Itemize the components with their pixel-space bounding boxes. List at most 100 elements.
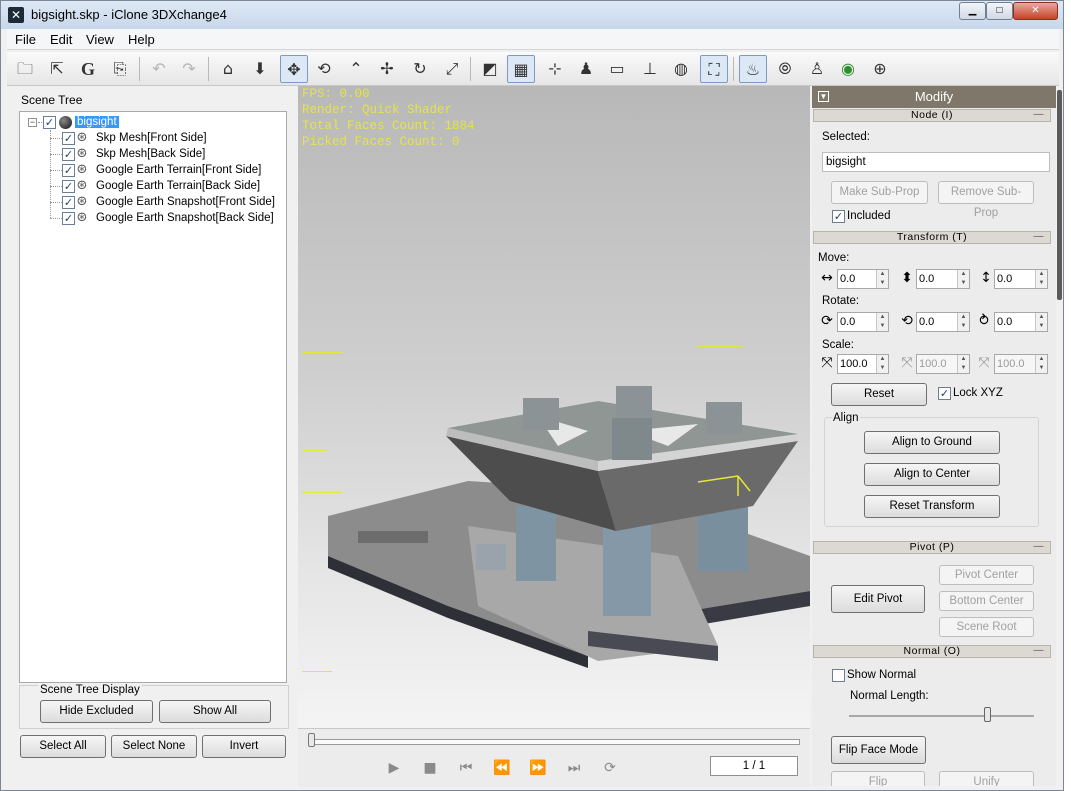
spin-arrows-icon[interactable]: ▲ ▼ (1035, 313, 1047, 331)
scrollbar-thumb[interactable] (1057, 90, 1062, 300)
spin-arrows-icon[interactable]: ▲ ▼ (957, 355, 969, 373)
make-sub-prop-button[interactable]: Make Sub-Prop (831, 181, 928, 204)
maximize-button[interactable]: □ (986, 2, 1013, 20)
globe-icon[interactable]: ◍ (667, 55, 695, 83)
color-icon[interactable]: ◉ (834, 55, 862, 83)
modify-panel-scrollbar[interactable] (1056, 86, 1063, 786)
tree-node-child[interactable]: Google Earth Snapshot[Front Side] (96, 195, 275, 211)
tree-expand-toggle[interactable]: − (28, 118, 37, 127)
collapse-dash-icon[interactable]: — (1034, 109, 1045, 120)
spin-arrows-icon[interactable]: ▲ ▼ (876, 270, 888, 288)
show-normal-checkbox[interactable] (832, 669, 845, 682)
flip-face-mode-button[interactable]: Flip Face Mode (831, 736, 926, 764)
tree-node-child[interactable]: Skp Mesh[Back Side] (96, 147, 205, 163)
box-icon[interactable]: ◩ (476, 55, 504, 83)
scale-y-input[interactable]: 100.0 ▲ ▼ (916, 354, 970, 374)
tree-node-child[interactable]: Skp Mesh[Front Side] (96, 131, 207, 147)
character-icon[interactable]: ♟ (572, 55, 600, 83)
normal-length-slider-track[interactable] (849, 715, 1034, 717)
ground-icon[interactable]: ⊥ (636, 55, 664, 83)
menu-file[interactable]: File (15, 32, 36, 47)
timeline-track[interactable] (310, 739, 800, 745)
spin-arrows-icon[interactable]: ▲ ▼ (957, 270, 969, 288)
axis-icon[interactable]: ⊹ (541, 55, 569, 83)
rotate-x-input[interactable]: 0.0 ▲ ▼ (837, 312, 889, 332)
flip-button[interactable]: Flip (831, 771, 925, 786)
normal-section-header[interactable]: Normal (O) — (813, 645, 1051, 658)
undo-icon[interactable]: ↶ (145, 55, 173, 83)
move-y-input[interactable]: 0.0 ▲ ▼ (916, 269, 970, 289)
lock-xyz-checkbox[interactable]: ✓ (938, 387, 951, 400)
first-frame-icon[interactable]: ⏮ (456, 759, 476, 777)
remove-sub-prop-button[interactable]: Remove Sub-Prop (938, 181, 1034, 219)
scale-z-input[interactable]: 100.0 ▲ ▼ (994, 354, 1048, 374)
node-section-header[interactable]: Node (I) — (813, 109, 1051, 122)
menu-view[interactable]: View (86, 32, 114, 47)
root-checkbox[interactable]: ✓ (43, 116, 56, 129)
tree-node-root[interactable]: bigsight (75, 115, 119, 131)
camera-icon[interactable]: ⦾ (771, 55, 799, 83)
prev-frame-icon[interactable]: ⏪ (492, 759, 512, 777)
spin-arrows-icon[interactable]: ▲ ▼ (1035, 270, 1047, 288)
bottom-center-button[interactable]: Bottom Center (939, 591, 1034, 611)
spin-arrows-icon[interactable]: ▲ ▼ (876, 313, 888, 331)
transform-section-header[interactable]: Transform (T) — (813, 231, 1051, 244)
scene-tree[interactable]: − ✓ bigsight ✓ ⊛ Skp Mesh[Front Side] ✓ … (19, 111, 287, 683)
reset-button[interactable]: Reset (831, 383, 927, 406)
move-x-input[interactable]: 0.0 ▲ ▼ (837, 269, 889, 289)
export-icon[interactable]: ⇱ (43, 55, 71, 83)
move-z-input[interactable]: 0.0 ▲ ▼ (994, 269, 1048, 289)
child-checkbox[interactable]: ✓ (62, 196, 75, 209)
google-icon[interactable]: G (74, 55, 102, 83)
tree-node-child[interactable]: Google Earth Snapshot[Back Side] (96, 211, 274, 227)
child-checkbox[interactable]: ✓ (62, 148, 75, 161)
3d-viewport[interactable]: FPS: 0.00 Render: Quick Shader Total Fac… (298, 86, 810, 728)
pivot-section-header[interactable]: Pivot (P) — (813, 541, 1051, 554)
scene-root-button[interactable]: Scene Root (939, 617, 1034, 637)
play-icon[interactable]: ▶ (384, 759, 404, 777)
tree-node-child[interactable]: Google Earth Terrain[Back Side] (96, 179, 260, 195)
frame-counter[interactable]: 1 / 1 (710, 756, 798, 776)
stop-icon[interactable]: ■ (420, 759, 440, 777)
last-frame-icon[interactable]: ⏭ (564, 759, 584, 777)
scale-x-input[interactable]: 100.0 ▲ ▼ (837, 354, 889, 374)
plane-icon[interactable]: ▭ (603, 55, 631, 83)
menu-edit[interactable]: Edit (50, 32, 72, 47)
included-checkbox[interactable]: ✓ (832, 210, 845, 223)
edit-pivot-button[interactable]: Edit Pivot (831, 585, 925, 613)
rotate-icon[interactable]: ⟲ (310, 55, 338, 83)
pick-icon[interactable]: ⌃ (342, 55, 370, 83)
light-icon[interactable]: ♨ (739, 55, 767, 83)
redo-icon[interactable]: ↷ (175, 55, 203, 83)
next-frame-icon[interactable]: ⏩ (528, 759, 548, 777)
timeline-handle[interactable] (308, 733, 315, 747)
child-checkbox[interactable]: ✓ (62, 212, 75, 225)
minimize-button[interactable]: ▁ (959, 2, 986, 20)
spin-arrows-icon[interactable]: ▲ ▼ (957, 313, 969, 331)
collapse-dash-icon[interactable]: — (1034, 645, 1045, 656)
invert-button[interactable]: Invert (202, 735, 286, 758)
unify-button[interactable]: Unify (939, 771, 1034, 786)
spin-arrows-icon[interactable]: ▲ ▼ (1035, 355, 1047, 373)
select-none-button[interactable]: Select None (111, 735, 197, 758)
tree-node-child[interactable]: Google Earth Terrain[Front Side] (96, 163, 261, 179)
rotate-z-input[interactable]: 0.0 ▲ ▼ (994, 312, 1048, 332)
selected-node-field[interactable]: bigsight (822, 152, 1050, 172)
orbit-icon[interactable]: ↻ (406, 55, 434, 83)
drop-icon[interactable]: ⬇ (246, 55, 274, 83)
move-icon[interactable]: ✥ (280, 55, 308, 83)
fit-icon[interactable]: ⛶ (700, 55, 728, 83)
child-checkbox[interactable]: ✓ (62, 164, 75, 177)
child-checkbox[interactable]: ✓ (62, 180, 75, 193)
select-all-button[interactable]: Select All (20, 735, 106, 758)
pivot-center-button[interactable]: Pivot Center (939, 565, 1034, 585)
close-button[interactable]: ✕ (1013, 2, 1058, 20)
zoom-extent-icon[interactable]: ⤢ (438, 55, 466, 83)
rotate-y-input[interactable]: 0.0 ▲ ▼ (916, 312, 970, 332)
normal-length-slider-thumb[interactable] (984, 707, 992, 722)
collapse-dash-icon[interactable]: — (1034, 231, 1045, 242)
align-to-center-button[interactable]: Align to Center (864, 463, 1000, 486)
sphere-icon[interactable]: ⊕ (866, 55, 894, 83)
loop-icon[interactable]: ⟳ (600, 759, 620, 777)
show-all-button[interactable]: Show All (159, 700, 271, 723)
